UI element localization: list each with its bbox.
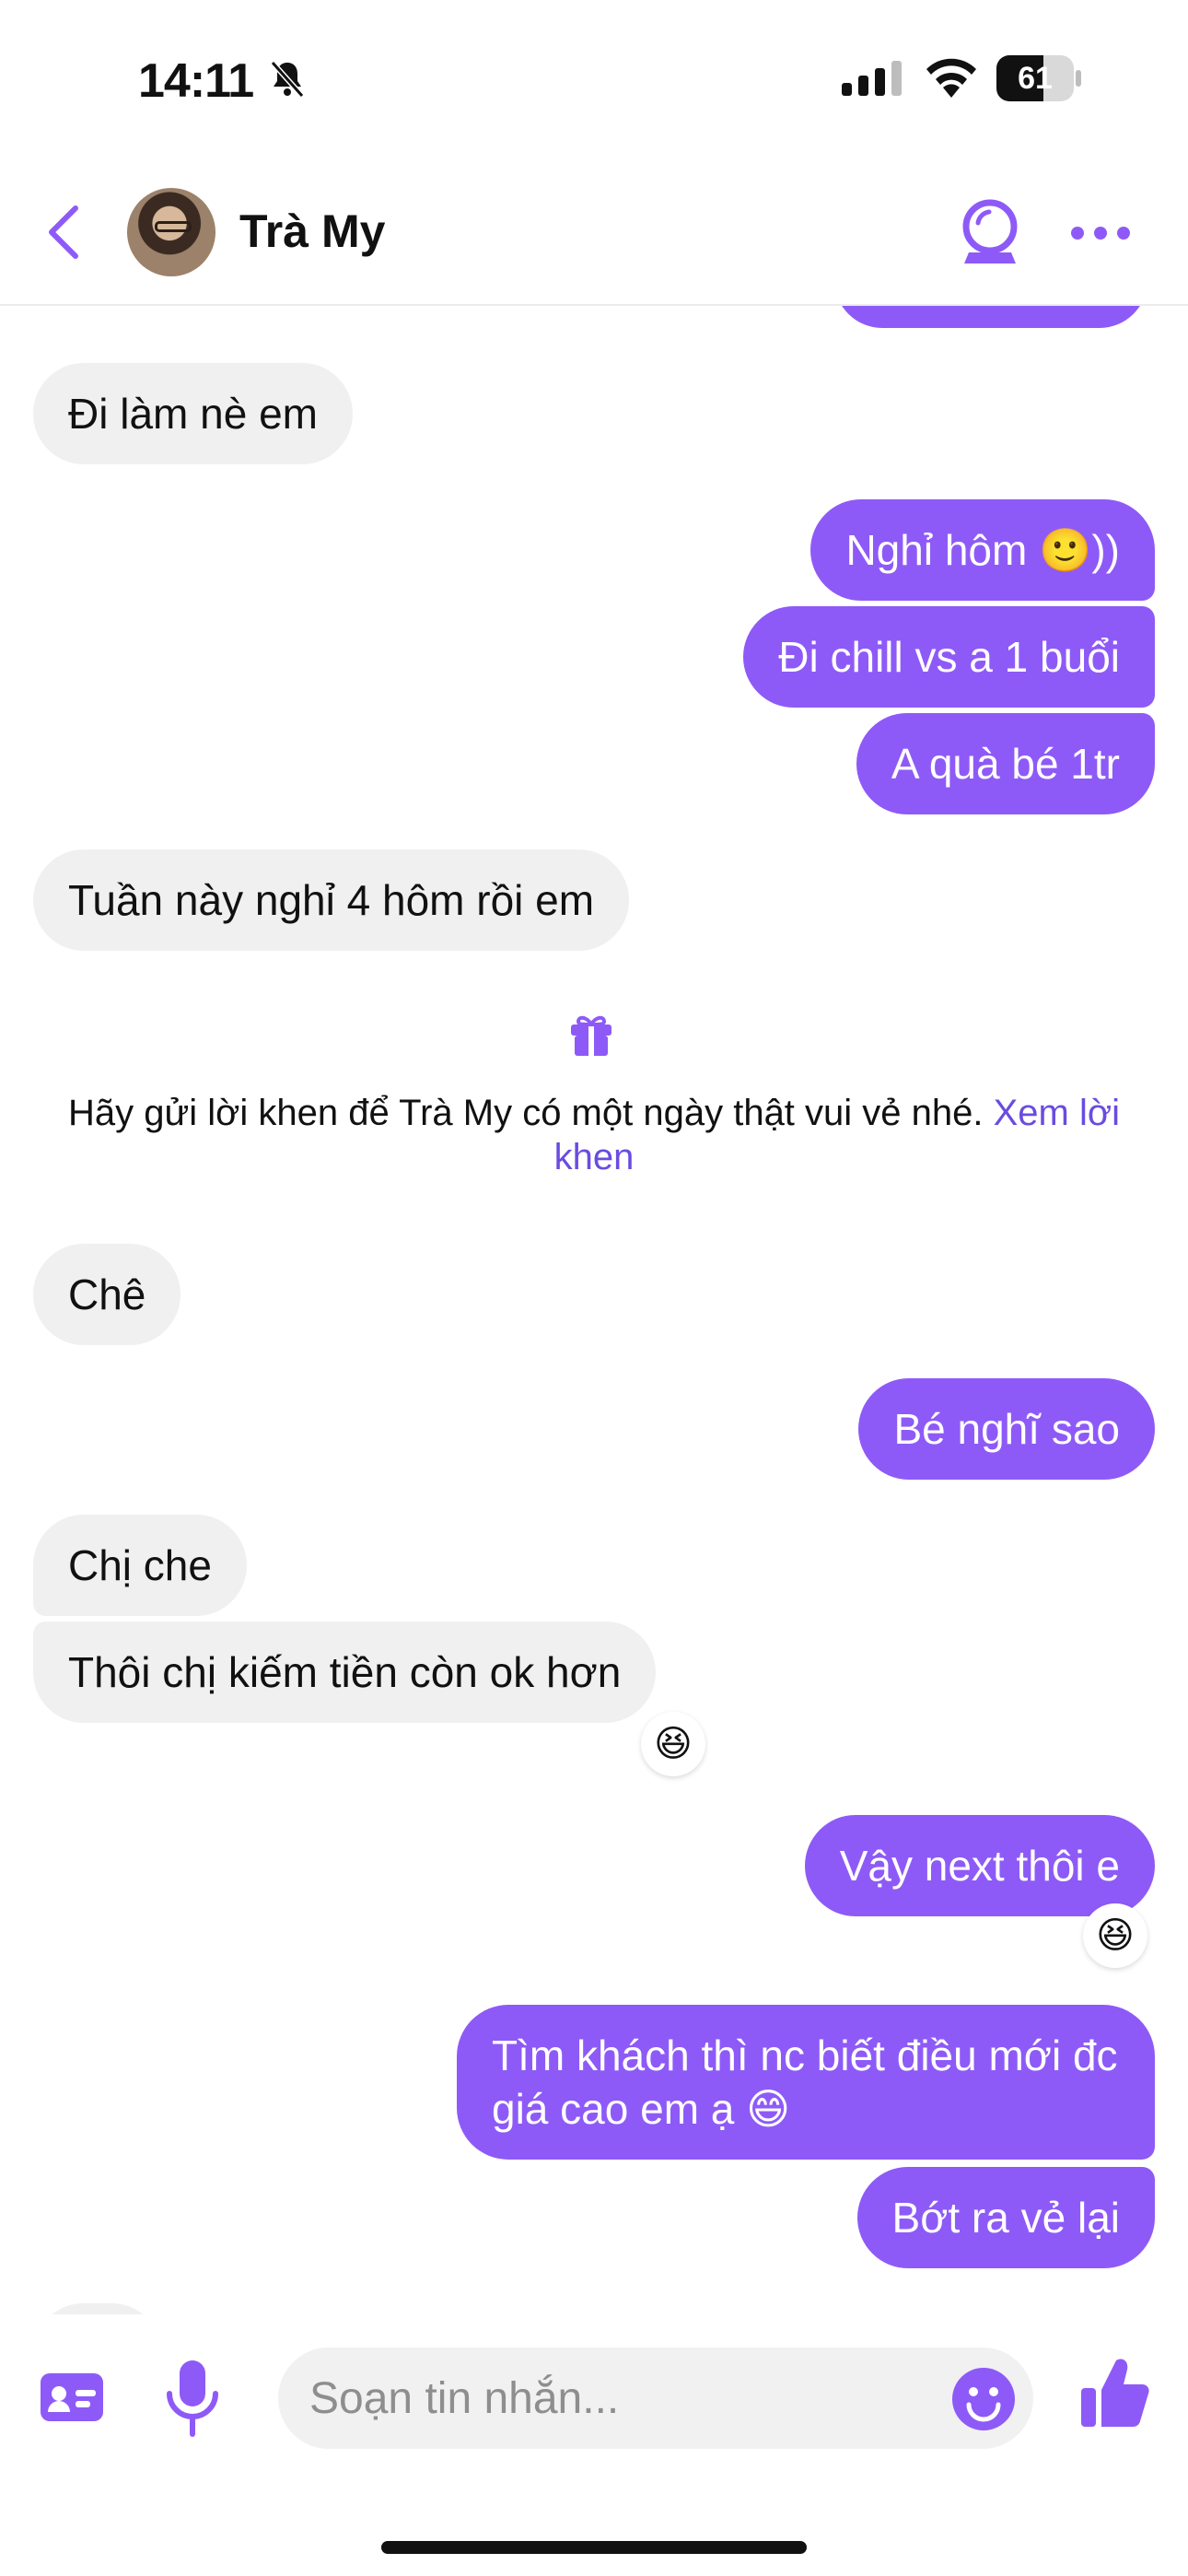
status-time: 14:11	[138, 54, 254, 108]
message-bubble-incoming[interactable]: Chị che	[33, 1515, 247, 1616]
muted-bell-icon	[270, 61, 305, 98]
message-bubble-outgoing[interactable]: Bé nghĩ sao	[858, 1378, 1155, 1480]
wifi-icon	[926, 58, 976, 98]
message-list[interactable]: Đi làm nè em Nghỉ hôm 🙂)) Đi chill vs a …	[0, 306, 1188, 2314]
reaction-laughing[interactable]: 😆	[641, 1712, 705, 1776]
gift-icon	[571, 1015, 611, 1056]
more-icon[interactable]	[1068, 219, 1133, 247]
message-bubble-outgoing[interactable]: Đi chill vs a 1 buổi	[743, 606, 1155, 708]
emoji-icon[interactable]	[950, 2366, 1017, 2432]
home-indicator	[381, 2541, 807, 2554]
message-bubble-outgoing[interactable]: Vậy next thôi e	[804, 1815, 1155, 1916]
crystal-ball-icon[interactable]	[958, 197, 1022, 265]
message-bubble-outgoing[interactable]: A quà bé 1tr	[856, 713, 1155, 814]
contact-name[interactable]: Trà My	[239, 205, 385, 258]
microphone-icon[interactable]	[164, 2359, 221, 2438]
battery-percent: 61	[1018, 60, 1053, 96]
message-bubble-incoming[interactable]: Tuần này nghỉ 4 hôm rồi em	[33, 849, 630, 951]
thumbs-up-icon[interactable]	[1079, 2355, 1149, 2429]
message-bubble-outgoing[interactable]: Tìm khách thì nc biết điều mới đc giá ca…	[457, 2005, 1155, 2160]
message-bubble-incoming[interactable]: Đi làm nè em	[33, 363, 353, 464]
reaction-laughing[interactable]: 😆	[1083, 1903, 1147, 1968]
message-bubble-incoming[interactable]: Thôi chị kiếm tiền còn ok hơn	[33, 1622, 657, 1723]
message-input[interactable]	[309, 2348, 917, 2449]
message-composer	[0, 2314, 1188, 2484]
back-chevron-icon[interactable]	[42, 203, 85, 262]
message-input-box[interactable]	[278, 2348, 1033, 2449]
cellular-signal-icon	[842, 61, 902, 96]
message-bubble-outgoing[interactable]: Bớt ra vẻ lại	[856, 2167, 1155, 2268]
status-bar: 14:11 61	[0, 0, 1188, 157]
notice-text: Hãy gửi lời khen để Trà My có một ngày t…	[68, 1093, 994, 1133]
contact-avatar[interactable]	[127, 188, 215, 276]
compliment-notice: Hãy gửi lời khen để Trà My có một ngày t…	[37, 1091, 1151, 1179]
battery-indicator: 61	[996, 55, 1081, 101]
message-bubble-partial	[834, 306, 1147, 328]
contact-card-icon[interactable]	[39, 2370, 105, 2425]
message-bubble-outgoing[interactable]: Nghỉ hôm 🙂))	[810, 499, 1155, 601]
message-bubble-incoming[interactable]: Chê	[33, 1244, 181, 1345]
conversation-header: Trà My	[0, 157, 1188, 306]
message-bubble-partial	[33, 2303, 162, 2314]
